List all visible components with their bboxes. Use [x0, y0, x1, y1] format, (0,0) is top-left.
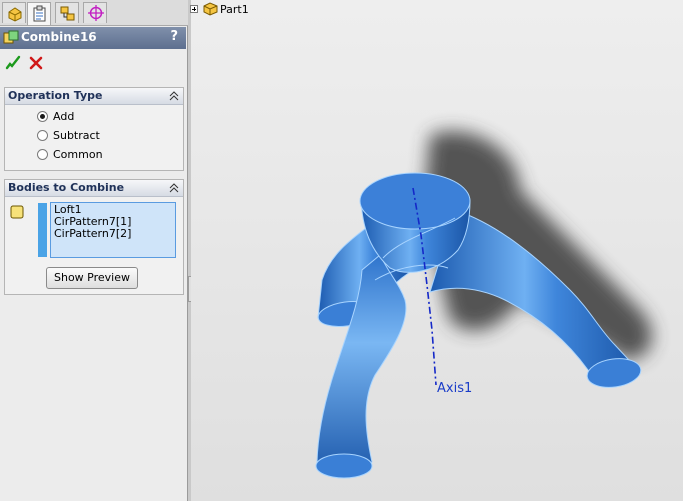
- combine-feature-icon: [3, 30, 19, 44]
- property-manager-panel: Combine16 ? Operation Type Add Subtract …: [0, 0, 188, 501]
- tab-dimxpert-manager[interactable]: [83, 2, 107, 23]
- body-leg-end-face: [315, 453, 373, 479]
- bodies-selection-list[interactable]: Loft1 CirPattern7[1] CirPattern7[2]: [50, 202, 176, 258]
- manager-tabs: [0, 0, 188, 26]
- selection-color-swatch: [38, 203, 47, 257]
- tab-configuration-manager[interactable]: [55, 2, 79, 23]
- collapse-chevron-icon[interactable]: [169, 91, 179, 101]
- feature-title-bar: Combine16 ?: [0, 27, 186, 49]
- graphics-viewport[interactable]: Axis1: [191, 0, 683, 501]
- axis1-label[interactable]: Axis1: [437, 381, 472, 396]
- tab-property-manager[interactable]: [27, 2, 51, 25]
- bodies-to-combine-group: Bodies to Combine Loft1 CirPattern7[1] C…: [4, 179, 184, 295]
- configuration-manager-icon: [60, 6, 75, 21]
- help-icon[interactable]: ?: [170, 29, 178, 44]
- ok-checkmark-icon[interactable]: [5, 55, 21, 71]
- solid-body-icon: [10, 205, 24, 219]
- feature-title: Combine16: [21, 30, 97, 44]
- cancel-x-icon[interactable]: [28, 55, 44, 71]
- dimxpert-crosshair-icon: [88, 5, 104, 21]
- operation-type-group: Operation Type Add Subtract Common: [4, 87, 184, 171]
- collapse-chevron-icon[interactable]: [169, 183, 179, 193]
- part-model-view[interactable]: Axis1: [191, 0, 683, 501]
- feature-manager-icon: [8, 7, 22, 22]
- body-top-face: [359, 172, 471, 230]
- list-item[interactable]: CirPattern7[2]: [54, 228, 175, 240]
- bodies-to-combine-header[interactable]: Bodies to Combine: [5, 180, 183, 197]
- operation-type-header[interactable]: Operation Type: [5, 88, 183, 105]
- tree-part-label[interactable]: Part1: [220, 3, 249, 16]
- expand-toggle-icon[interactable]: [190, 5, 198, 13]
- property-manager-icon: [33, 5, 46, 22]
- show-preview-button[interactable]: Show Preview: [46, 267, 138, 289]
- tab-feature-manager[interactable]: [2, 2, 26, 23]
- part-icon: [203, 2, 218, 16]
